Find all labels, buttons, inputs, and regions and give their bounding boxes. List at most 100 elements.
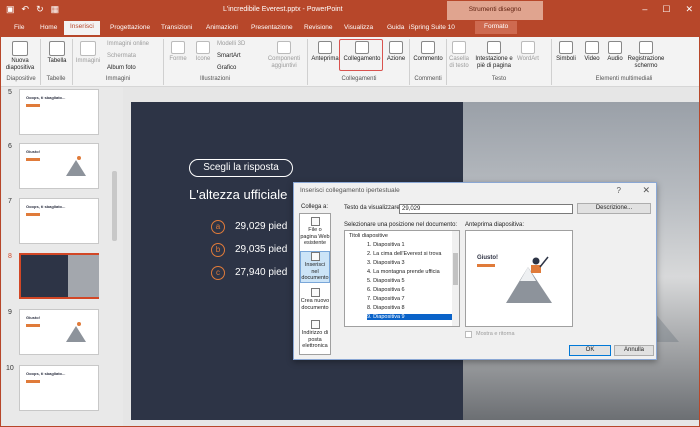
slide-thumb-6[interactable]: Giusto! bbox=[19, 143, 99, 189]
casella-testo-button[interactable]: Casella di testo bbox=[447, 41, 471, 70]
answer-option-a[interactable]: a 29,029 pied bbox=[211, 220, 287, 234]
audio-button[interactable]: Audio bbox=[604, 41, 626, 63]
slide-thumb-7[interactable]: Ooops, ti sbagliato... bbox=[19, 198, 99, 244]
tab-home[interactable]: Home bbox=[40, 24, 57, 31]
commento-button[interactable]: Commento bbox=[411, 41, 445, 63]
tab-progettazione[interactable]: Progettazione bbox=[110, 24, 150, 31]
collegamento-highlight bbox=[339, 39, 383, 71]
video-label: Video bbox=[584, 56, 600, 62]
registrazione-button[interactable]: Registrazione schermo bbox=[626, 41, 666, 70]
group-commenti-label: Commenti bbox=[414, 76, 442, 82]
slide-thumb-title: Giusto! bbox=[26, 149, 40, 154]
redo-icon[interactable]: ↻ bbox=[36, 4, 44, 15]
link-option-label: Inserisci nel documento bbox=[301, 262, 329, 281]
tab-guida[interactable]: Guida bbox=[387, 24, 404, 31]
textbox-icon bbox=[452, 41, 466, 54]
email-icon bbox=[310, 320, 320, 329]
tree-item[interactable]: 1. Diapositiva 1 bbox=[367, 242, 453, 248]
omega-icon bbox=[559, 41, 573, 54]
tabella-button[interactable]: Tabella bbox=[43, 41, 71, 65]
tab-formato[interactable]: Formato bbox=[475, 21, 518, 34]
intestazione-button[interactable]: Intestazione e piè di pagina bbox=[472, 41, 516, 70]
dialog-close-button[interactable]: ✕ bbox=[642, 185, 650, 196]
simboli-label: Simboli bbox=[556, 56, 576, 62]
link-option-nuovo[interactable]: Crea nuovo documento bbox=[300, 288, 330, 311]
answer-option-c[interactable]: c 27,940 pied bbox=[211, 266, 287, 280]
schermata-button[interactable]: Schermata bbox=[107, 53, 136, 59]
componenti-button[interactable]: Componenti aggiuntivi bbox=[263, 41, 305, 70]
scrollbar-thumb[interactable] bbox=[112, 171, 117, 241]
immagini-online-button[interactable]: Immagini online bbox=[107, 41, 149, 47]
icone-button[interactable]: Icone bbox=[191, 41, 215, 63]
modelli-3d-button[interactable]: Modelli 3D bbox=[217, 41, 245, 47]
video-button[interactable]: Video bbox=[581, 41, 603, 63]
maximize-icon[interactable]: ☐ bbox=[662, 4, 670, 15]
anteprima-button[interactable]: Anteprima bbox=[309, 41, 341, 63]
group-multimediali-label: Elementi multimediali bbox=[595, 76, 653, 82]
undo-icon[interactable]: ↶ bbox=[22, 4, 30, 15]
tree-item-selected[interactable]: 9. Diapositiva 9 bbox=[367, 314, 453, 320]
tab-animazioni[interactable]: Animazioni bbox=[206, 24, 238, 31]
smartart-button[interactable]: SmartArt bbox=[217, 53, 241, 59]
tab-inserisci[interactable]: Inserisci bbox=[64, 21, 100, 35]
group-illustrazioni-label: Illustrazioni bbox=[199, 76, 230, 82]
immagini-button[interactable]: Immagini bbox=[73, 41, 103, 65]
link-option-file-web[interactable]: File o pagina Web esistente bbox=[300, 217, 330, 247]
mostra-ritorna-checkbox[interactable] bbox=[465, 331, 472, 338]
save-icon[interactable]: ▣ bbox=[6, 4, 15, 15]
minimize-icon[interactable]: – bbox=[642, 4, 647, 15]
grafico-button[interactable]: Grafico bbox=[217, 65, 236, 71]
slide-thumb-5[interactable]: Ooops, ti sbagliato... bbox=[19, 89, 99, 135]
tab-file[interactable]: File bbox=[14, 24, 24, 31]
tree-item-titoli[interactable]: Titoli diapositive bbox=[349, 233, 453, 239]
scegli-risposta-pill[interactable]: Scegli la risposta bbox=[189, 159, 293, 177]
group-diapositive-label: Diapositive bbox=[6, 76, 36, 82]
slide-question[interactable]: L'altezza ufficiale bbox=[189, 187, 287, 202]
scrollbar-thumb[interactable] bbox=[453, 253, 458, 285]
wordart-button[interactable]: WordArt bbox=[514, 41, 542, 63]
tab-ispring[interactable]: iSpring Suite 10 bbox=[409, 24, 455, 31]
close-icon[interactable]: ✕ bbox=[685, 4, 693, 15]
tree-item[interactable]: 2. La cima dell'Everest si trova bbox=[367, 251, 453, 257]
tab-transizioni[interactable]: Transizioni bbox=[161, 24, 192, 31]
tab-visualizza[interactable]: Visualizza bbox=[344, 24, 373, 31]
tree-item[interactable]: 8. Diapositiva 8 bbox=[367, 305, 453, 311]
tree-item[interactable]: 3. Diapositiva 3 bbox=[367, 260, 453, 266]
audio-icon bbox=[608, 41, 622, 54]
addins-icon bbox=[277, 41, 291, 54]
annulla-button[interactable]: Annulla bbox=[614, 345, 654, 356]
start-presentation-icon[interactable]: ▦ bbox=[51, 4, 60, 15]
ribbon-tabs: File Home Inserisci Progettazione Transi… bbox=[1, 20, 699, 37]
link-option-email[interactable]: Indirizzo di posta elettronica bbox=[300, 320, 330, 350]
separator bbox=[307, 39, 308, 85]
forme-button[interactable]: Forme bbox=[165, 41, 191, 63]
link-option-documento[interactable]: Inserisci nel documento bbox=[300, 251, 330, 283]
slide-thumb-8[interactable] bbox=[19, 253, 99, 299]
help-button[interactable]: ? bbox=[617, 186, 621, 195]
descrizione-button[interactable]: Descrizione... bbox=[577, 203, 651, 214]
tree-scrollbar[interactable] bbox=[452, 231, 459, 326]
window-controls: – ☐ ✕ bbox=[642, 4, 693, 15]
answer-option-b[interactable]: b 29,035 pied bbox=[211, 243, 287, 257]
context-group-label: Strumenti disegno bbox=[447, 1, 543, 20]
display-text-input[interactable]: 29,029 bbox=[399, 204, 573, 214]
tree-item[interactable]: 6. Diapositiva 6 bbox=[367, 287, 453, 293]
tab-revisione[interactable]: Revisione bbox=[304, 24, 333, 31]
dialog-title: Inserisci collegamento ipertestuale bbox=[300, 187, 400, 194]
tab-presentazione[interactable]: Presentazione bbox=[251, 24, 293, 31]
document-location-tree[interactable]: Titoli diapositive 1. Diapositiva 1 2. L… bbox=[344, 230, 460, 327]
link-option-label: File o pagina Web esistente bbox=[300, 227, 330, 246]
tree-item[interactable]: 4. La montagna prende ufficia bbox=[367, 269, 453, 275]
azione-button[interactable]: Azione bbox=[384, 41, 408, 63]
slide-preview: Giusto! bbox=[465, 230, 573, 327]
tree-item[interactable]: 7. Diapositiva 7 bbox=[367, 296, 453, 302]
tree-item[interactable]: 5. Diapositiva 5 bbox=[367, 278, 453, 284]
slide-thumb-10[interactable]: Ooops, ti sbagliato... bbox=[19, 365, 99, 411]
nuova-diapositiva-button[interactable]: Nuova diapositiva bbox=[3, 41, 37, 72]
ok-button[interactable]: OK bbox=[569, 345, 611, 356]
globe-page-icon bbox=[310, 217, 320, 226]
album-foto-button[interactable]: Album foto bbox=[107, 65, 136, 71]
thumbnail-scrollbar[interactable] bbox=[111, 91, 118, 421]
slide-thumb-9[interactable]: Giusto! bbox=[19, 309, 99, 355]
simboli-button[interactable]: Simboli bbox=[553, 41, 579, 63]
